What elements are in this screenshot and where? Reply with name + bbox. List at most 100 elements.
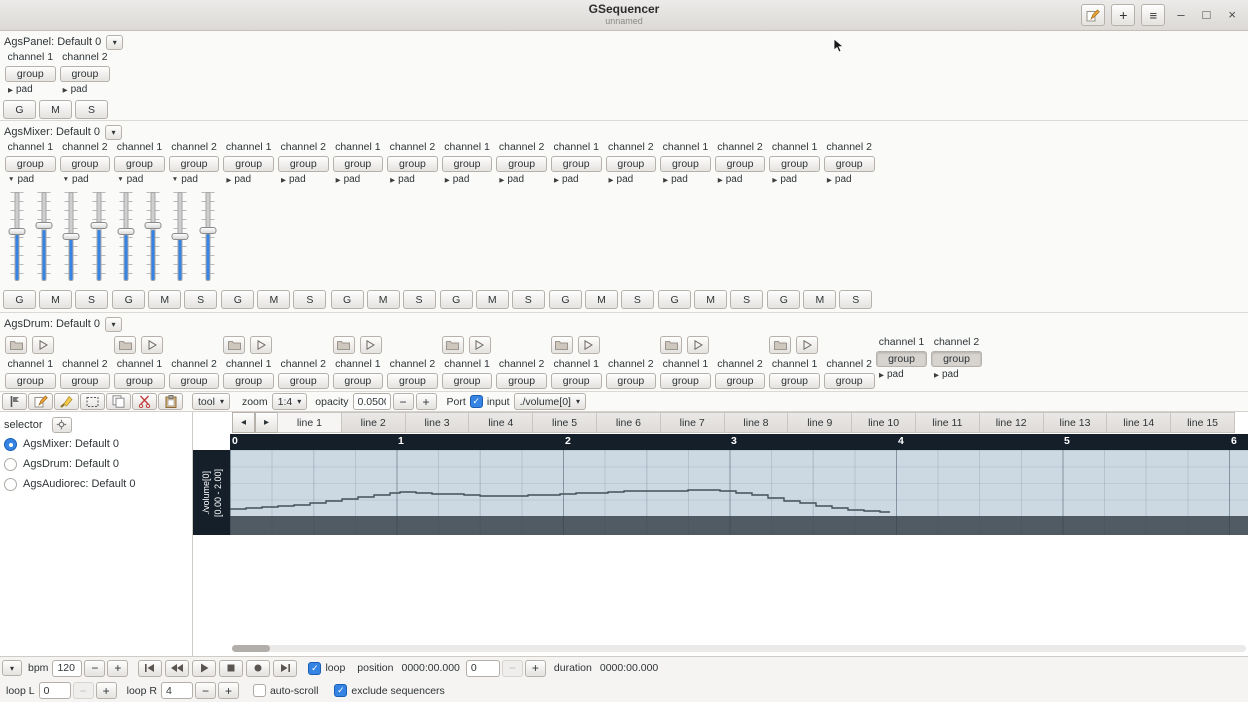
line-tab[interactable]: line 12 bbox=[978, 412, 1044, 433]
pad-expander[interactable]: ▶ pad bbox=[822, 173, 877, 186]
group-button[interactable]: group bbox=[168, 373, 220, 389]
line-tab[interactable]: line 10 bbox=[851, 412, 916, 433]
mute-toggle-button[interactable]: M bbox=[475, 290, 509, 309]
pad-expander[interactable]: ▶ pad bbox=[929, 368, 984, 381]
group-button[interactable]: group bbox=[660, 156, 711, 172]
open-button[interactable] bbox=[114, 336, 137, 354]
record-button[interactable] bbox=[246, 659, 271, 677]
pad-expander[interactable]: ▶ pad bbox=[713, 173, 768, 186]
solo-toggle-button[interactable]: S bbox=[839, 290, 873, 309]
solo-toggle-button[interactable]: S bbox=[730, 290, 764, 309]
line-tab[interactable]: line 8 bbox=[723, 412, 789, 433]
slider-handle[interactable] bbox=[62, 232, 80, 240]
maximize-button[interactable]: □ bbox=[1203, 4, 1211, 26]
open-button[interactable] bbox=[660, 336, 683, 354]
open-button[interactable] bbox=[441, 336, 464, 354]
slider-handle[interactable] bbox=[199, 227, 217, 235]
group-toggle-button[interactable]: G bbox=[221, 290, 255, 309]
volume-slider[interactable] bbox=[112, 189, 139, 287]
position-decrement-button[interactable]: − bbox=[501, 659, 523, 677]
mute-toggle-button[interactable]: M bbox=[584, 290, 618, 309]
group-button[interactable]: group bbox=[714, 373, 766, 389]
volume-slider[interactable] bbox=[139, 189, 166, 287]
loop-checkbox[interactable]: ✓ bbox=[308, 661, 322, 675]
stop-button[interactable] bbox=[219, 659, 244, 677]
volume-slider[interactable] bbox=[85, 189, 112, 287]
pad-expander[interactable]: ▶ pad bbox=[58, 83, 113, 96]
opacity-increment-button[interactable]: + bbox=[415, 393, 437, 410]
group-button[interactable]: group bbox=[823, 156, 875, 172]
machine-menu-button[interactable]: ▾ bbox=[106, 34, 124, 50]
group-button[interactable]: group bbox=[332, 373, 384, 389]
line-tab[interactable]: line 14 bbox=[1106, 412, 1172, 433]
loop-left-decrement-button[interactable]: − bbox=[72, 682, 94, 699]
line-tab[interactable]: line 1 bbox=[277, 412, 342, 433]
open-button[interactable] bbox=[769, 336, 792, 354]
radio-button[interactable] bbox=[4, 457, 17, 471]
group-button[interactable]: group bbox=[441, 373, 493, 389]
horizontal-scrollbar[interactable] bbox=[232, 645, 1246, 652]
volume-slider[interactable] bbox=[167, 189, 194, 287]
pad-expander[interactable]: ▼ pad bbox=[3, 173, 58, 186]
volume-slider[interactable] bbox=[58, 189, 85, 287]
tool-dropdown[interactable]: tool ▾ bbox=[192, 393, 230, 410]
pad-play-button[interactable] bbox=[796, 336, 819, 354]
mute-toggle-button[interactable]: M bbox=[803, 290, 837, 309]
open-button[interactable] bbox=[332, 336, 355, 354]
group-button[interactable]: group bbox=[387, 373, 438, 389]
port-input-checkbox[interactable]: ✓ bbox=[469, 395, 483, 408]
pad-expander[interactable]: ▶ pad bbox=[767, 173, 822, 186]
selector-item[interactable]: AgsAudiorec: Default 0 bbox=[0, 474, 192, 494]
opacity-decrement-button[interactable]: − bbox=[392, 393, 414, 410]
group-button[interactable]: group bbox=[605, 373, 657, 389]
bpm-decrement-button[interactable]: − bbox=[84, 659, 106, 677]
edit-document-button[interactable] bbox=[1081, 4, 1106, 26]
selector-item[interactable]: AgsMixer: Default 0 bbox=[0, 434, 192, 454]
edit-tool-button[interactable] bbox=[28, 393, 53, 410]
solo-toggle-button[interactable]: S bbox=[75, 100, 108, 119]
pad-expander[interactable]: ▶ pad bbox=[658, 173, 713, 186]
pad-expander[interactable]: ▼ pad bbox=[112, 173, 167, 186]
open-button[interactable] bbox=[550, 336, 573, 354]
solo-toggle-button[interactable]: S bbox=[75, 290, 108, 309]
loop-right-increment-button[interactable]: + bbox=[217, 682, 239, 699]
paste-button[interactable] bbox=[158, 393, 183, 410]
group-button[interactable]: group bbox=[769, 373, 820, 389]
group-button[interactable]: group bbox=[550, 373, 602, 389]
group-button[interactable]: group bbox=[5, 66, 56, 82]
pad-expander[interactable]: ▶ pad bbox=[331, 173, 386, 186]
slider-handle[interactable] bbox=[117, 228, 135, 236]
pad-expander[interactable]: ▼ pad bbox=[58, 173, 113, 186]
pad-expander[interactable]: ▶ pad bbox=[440, 173, 495, 186]
solo-toggle-button[interactable]: S bbox=[184, 290, 218, 309]
pad-expander[interactable]: ▶ pad bbox=[221, 173, 276, 186]
line-tab[interactable]: line 13 bbox=[1042, 412, 1108, 433]
group-button[interactable]: group bbox=[114, 156, 165, 172]
pad-play-button[interactable] bbox=[32, 336, 54, 354]
selector-options-button[interactable] bbox=[51, 416, 72, 433]
pad-expander[interactable]: ▶ pad bbox=[276, 173, 331, 186]
select-tool-button[interactable] bbox=[80, 393, 105, 410]
mute-toggle-button[interactable]: M bbox=[694, 290, 728, 309]
position-input[interactable] bbox=[465, 659, 500, 677]
solo-toggle-button[interactable]: S bbox=[620, 290, 654, 309]
group-toggle-button[interactable]: G bbox=[3, 290, 36, 309]
group-button[interactable]: group bbox=[5, 373, 56, 389]
group-button[interactable]: group bbox=[114, 373, 165, 389]
line-tab[interactable]: line 15 bbox=[1170, 412, 1235, 433]
group-toggle-button[interactable]: G bbox=[439, 290, 473, 309]
machine-menu-button[interactable]: ▾ bbox=[104, 316, 122, 332]
group-button[interactable]: group bbox=[168, 156, 220, 172]
mute-toggle-button[interactable]: M bbox=[148, 290, 182, 309]
volume-slider[interactable] bbox=[3, 189, 30, 287]
close-button[interactable]: × bbox=[1228, 4, 1236, 26]
copy-button[interactable] bbox=[106, 393, 131, 410]
group-button[interactable]: group bbox=[441, 156, 493, 172]
skip-backward-button[interactable] bbox=[138, 659, 163, 677]
bpm-increment-button[interactable]: + bbox=[107, 659, 129, 677]
play-button[interactable] bbox=[192, 659, 217, 677]
slider-handle[interactable] bbox=[35, 222, 53, 230]
group-button[interactable]: group bbox=[931, 351, 982, 367]
slider-handle[interactable] bbox=[8, 228, 26, 236]
volume-slider[interactable] bbox=[194, 189, 221, 287]
